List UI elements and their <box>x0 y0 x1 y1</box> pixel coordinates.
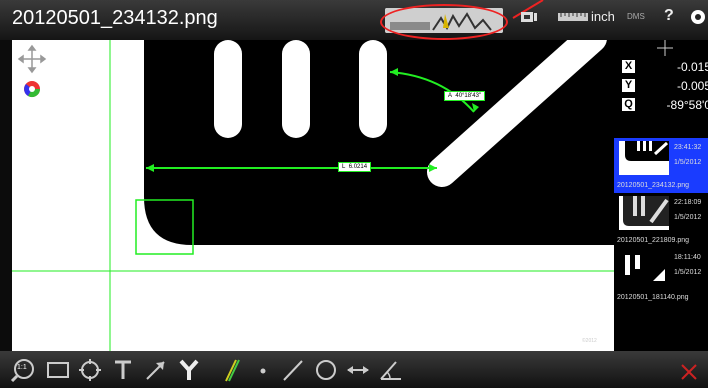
ruler-icon[interactable] <box>558 10 588 27</box>
distance-tool-icon[interactable] <box>345 357 371 383</box>
rectangle-tool-icon[interactable] <box>45 357 71 383</box>
image-canvas[interactable]: A 40°18'43" L 6.0214 ©2012 <box>12 40 614 351</box>
circle-tool-icon[interactable] <box>313 357 339 383</box>
bottom-toolbar: 1:1 <box>0 351 708 388</box>
y-value: -0.005 <box>676 79 708 93</box>
measurement-image <box>12 40 614 351</box>
arrow-tool-icon[interactable] <box>143 357 169 383</box>
thumbnail-image-3 <box>619 251 669 285</box>
thumbnail-image-2 <box>619 196 669 230</box>
thumbnail-date-3: 1/5/2012 <box>674 269 702 276</box>
x-axis-label: X <box>622 60 635 73</box>
length-measure-label[interactable]: L 6.0214 <box>338 162 372 172</box>
thumbnail-name-1: 20120501_234132.png <box>617 182 690 189</box>
thumbnail-item-2[interactable]: 22:18:09 1/5/2012 20120501_221809.png <box>614 193 708 248</box>
settings-icon[interactable] <box>690 9 706 28</box>
thumbnail-date-1: 1/5/2012 <box>674 159 702 166</box>
circle-select-tool-icon[interactable] <box>77 357 103 383</box>
thumbnail-name-2: 20120501_221809.png <box>617 237 690 244</box>
zoom-badge: 1:1 <box>17 364 27 371</box>
close-icon[interactable] <box>676 357 702 383</box>
angle-measure-value: 40°18'43" <box>455 93 482 99</box>
slot-2 <box>282 40 310 138</box>
thumbnail-time-3: 18:11:40 <box>674 254 701 261</box>
q-value: -89°58'0 <box>666 98 708 112</box>
pan-tool-icon <box>17 44 47 74</box>
angle-format-label[interactable]: DMS <box>627 12 645 21</box>
edge-detect-tool-icon[interactable] <box>218 357 244 383</box>
thumbnail-item-1[interactable]: 23:41:32 1/5/2012 20120501_234132.png <box>614 138 708 193</box>
zoom-button[interactable]: 1:1 <box>10 357 36 383</box>
thumbnail-item-3[interactable]: 18:11:40 1/5/2012 20120501_181140.png <box>614 248 708 306</box>
x-value: -0.015 <box>676 60 708 74</box>
help-button[interactable]: ? <box>664 7 674 25</box>
thumbnail-image-1 <box>619 141 669 175</box>
thumbnail-time-2: 22:18:09 <box>674 199 702 206</box>
calibration-tool-icon[interactable] <box>176 357 202 383</box>
thumbnail-time-1: 23:41:32 <box>674 144 702 151</box>
crosshair-icon <box>657 40 673 56</box>
slot-3 <box>359 40 387 138</box>
length-measure-value: 6.0214 <box>348 164 368 170</box>
highlight-ellipse <box>380 4 508 40</box>
watermark: ©2012 <box>582 338 597 344</box>
point-tool-icon[interactable] <box>250 357 276 383</box>
window-title: 20120501_234132.png <box>12 7 218 29</box>
line-tool-icon[interactable] <box>280 357 306 383</box>
slot-1 <box>214 40 242 138</box>
angle-tool-icon[interactable] <box>378 357 404 383</box>
text-tool-icon[interactable] <box>110 357 136 383</box>
unit-label[interactable]: inch <box>591 9 615 24</box>
y-axis-label: Y <box>622 79 635 92</box>
angle-measure-label[interactable]: A 40°18'43" <box>444 91 486 101</box>
thumbnail-date-2: 1/5/2012 <box>674 214 702 221</box>
color-wheel-icon <box>24 81 41 98</box>
length-measure-letter: L <box>342 164 346 170</box>
q-axis-label: Q <box>622 98 635 111</box>
right-panel: X -0.015 Y -0.005 Q -89°58'0 23:41:32 1/… <box>614 40 708 351</box>
angle-measure-letter: A <box>448 93 453 99</box>
camera-icon[interactable] <box>520 10 538 27</box>
thumbnail-name-3: 20120501_181140.png <box>617 294 689 301</box>
